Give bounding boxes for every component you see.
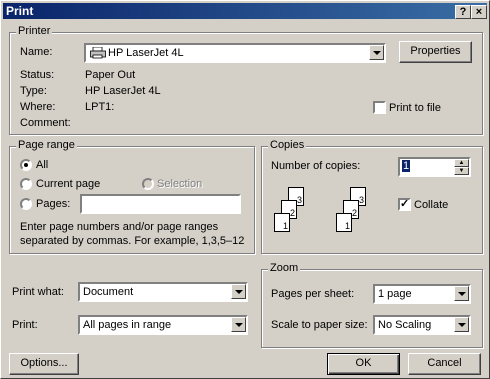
print-what-label: Print what:: [12, 286, 64, 298]
copies-legend: Copies: [268, 139, 307, 151]
pages-input[interactable]: [80, 194, 241, 214]
scale-to-paper-label: Scale to paper size:: [271, 319, 368, 331]
status-label: Status:: [20, 69, 55, 81]
copies-spinner[interactable]: 1 ▲ ▼: [398, 157, 471, 177]
zoom-group: Zoom: [261, 262, 483, 348]
page-range-help-line2: separated by commas. For example, 1,3,5–…: [20, 235, 245, 247]
printer-name-value: HP LaserJet 4L: [108, 47, 184, 59]
chevron-down-icon[interactable]: [231, 284, 246, 299]
chevron-down-icon[interactable]: [454, 317, 469, 332]
chevron-down-icon[interactable]: [231, 317, 246, 332]
printer-icon: [90, 46, 106, 62]
selection-label: Selection: [157, 178, 203, 190]
collate-label[interactable]: Collate: [414, 199, 448, 211]
print-to-file-checkbox[interactable]: [373, 101, 386, 114]
properties-button[interactable]: Properties: [399, 41, 472, 63]
type-label: Type:: [20, 85, 47, 97]
print-what-select[interactable]: Document: [78, 282, 248, 302]
spin-down-icon[interactable]: ▼: [454, 167, 469, 175]
number-of-copies-label: Number of copies:: [271, 160, 361, 172]
current-page-radio[interactable]: [20, 178, 32, 190]
pages-per-sheet-select[interactable]: 1 page: [373, 284, 471, 304]
print-label: Print:: [12, 319, 38, 331]
copies-value[interactable]: 1: [402, 160, 411, 172]
type-value: HP LaserJet 4L: [85, 85, 161, 97]
printer-legend: Printer: [16, 25, 53, 37]
zoom-legend: Zoom: [268, 262, 301, 274]
close-button[interactable]: ×: [471, 5, 487, 19]
collate-checkbox[interactable]: [398, 197, 411, 211]
status-value: Paper Out: [85, 69, 136, 81]
chevron-down-icon[interactable]: [454, 286, 469, 301]
pages-per-sheet-label: Pages per sheet:: [271, 288, 355, 300]
print-what-value: Document: [83, 286, 134, 298]
current-page-label[interactable]: Current page: [36, 178, 100, 190]
pages-per-sheet-value: 1 page: [378, 288, 412, 300]
chevron-down-icon[interactable]: [369, 45, 384, 60]
ok-button[interactable]: OK: [327, 353, 400, 375]
options-button[interactable]: Options...: [9, 353, 79, 375]
comment-label: Comment:: [20, 117, 71, 129]
printer-name-select[interactable]: HP LaserJet 4L: [84, 43, 386, 63]
dialog-title: Print: [6, 4, 34, 18]
all-label[interactable]: All: [36, 159, 48, 171]
print-to-file-label[interactable]: Print to file: [389, 102, 441, 114]
page-range-legend: Page range: [16, 139, 77, 151]
selection-radio: [142, 178, 154, 190]
printer-name-label: Name:: [20, 46, 53, 58]
help-button[interactable]: ?: [455, 5, 471, 19]
spin-up-icon[interactable]: ▲: [454, 159, 469, 167]
scale-to-paper-select[interactable]: No Scaling: [373, 315, 471, 335]
page-range-help-line1: Enter page numbers and/or page ranges: [20, 221, 219, 233]
print-select[interactable]: All pages in range: [78, 315, 248, 335]
where-label: Where:: [20, 101, 56, 113]
cancel-button[interactable]: Cancel: [408, 353, 481, 375]
pages-radio[interactable]: [20, 198, 32, 210]
all-radio[interactable]: [20, 159, 32, 171]
print-dialog: Print ? × Printer Name: HP LaserJet 4L P…: [0, 0, 490, 379]
title-bar[interactable]: Print ? ×: [3, 3, 487, 19]
pages-label[interactable]: Pages:: [36, 198, 70, 210]
where-value: LPT1:: [85, 101, 115, 113]
scale-to-paper-value: No Scaling: [378, 319, 432, 331]
print-value: All pages in range: [83, 319, 172, 331]
